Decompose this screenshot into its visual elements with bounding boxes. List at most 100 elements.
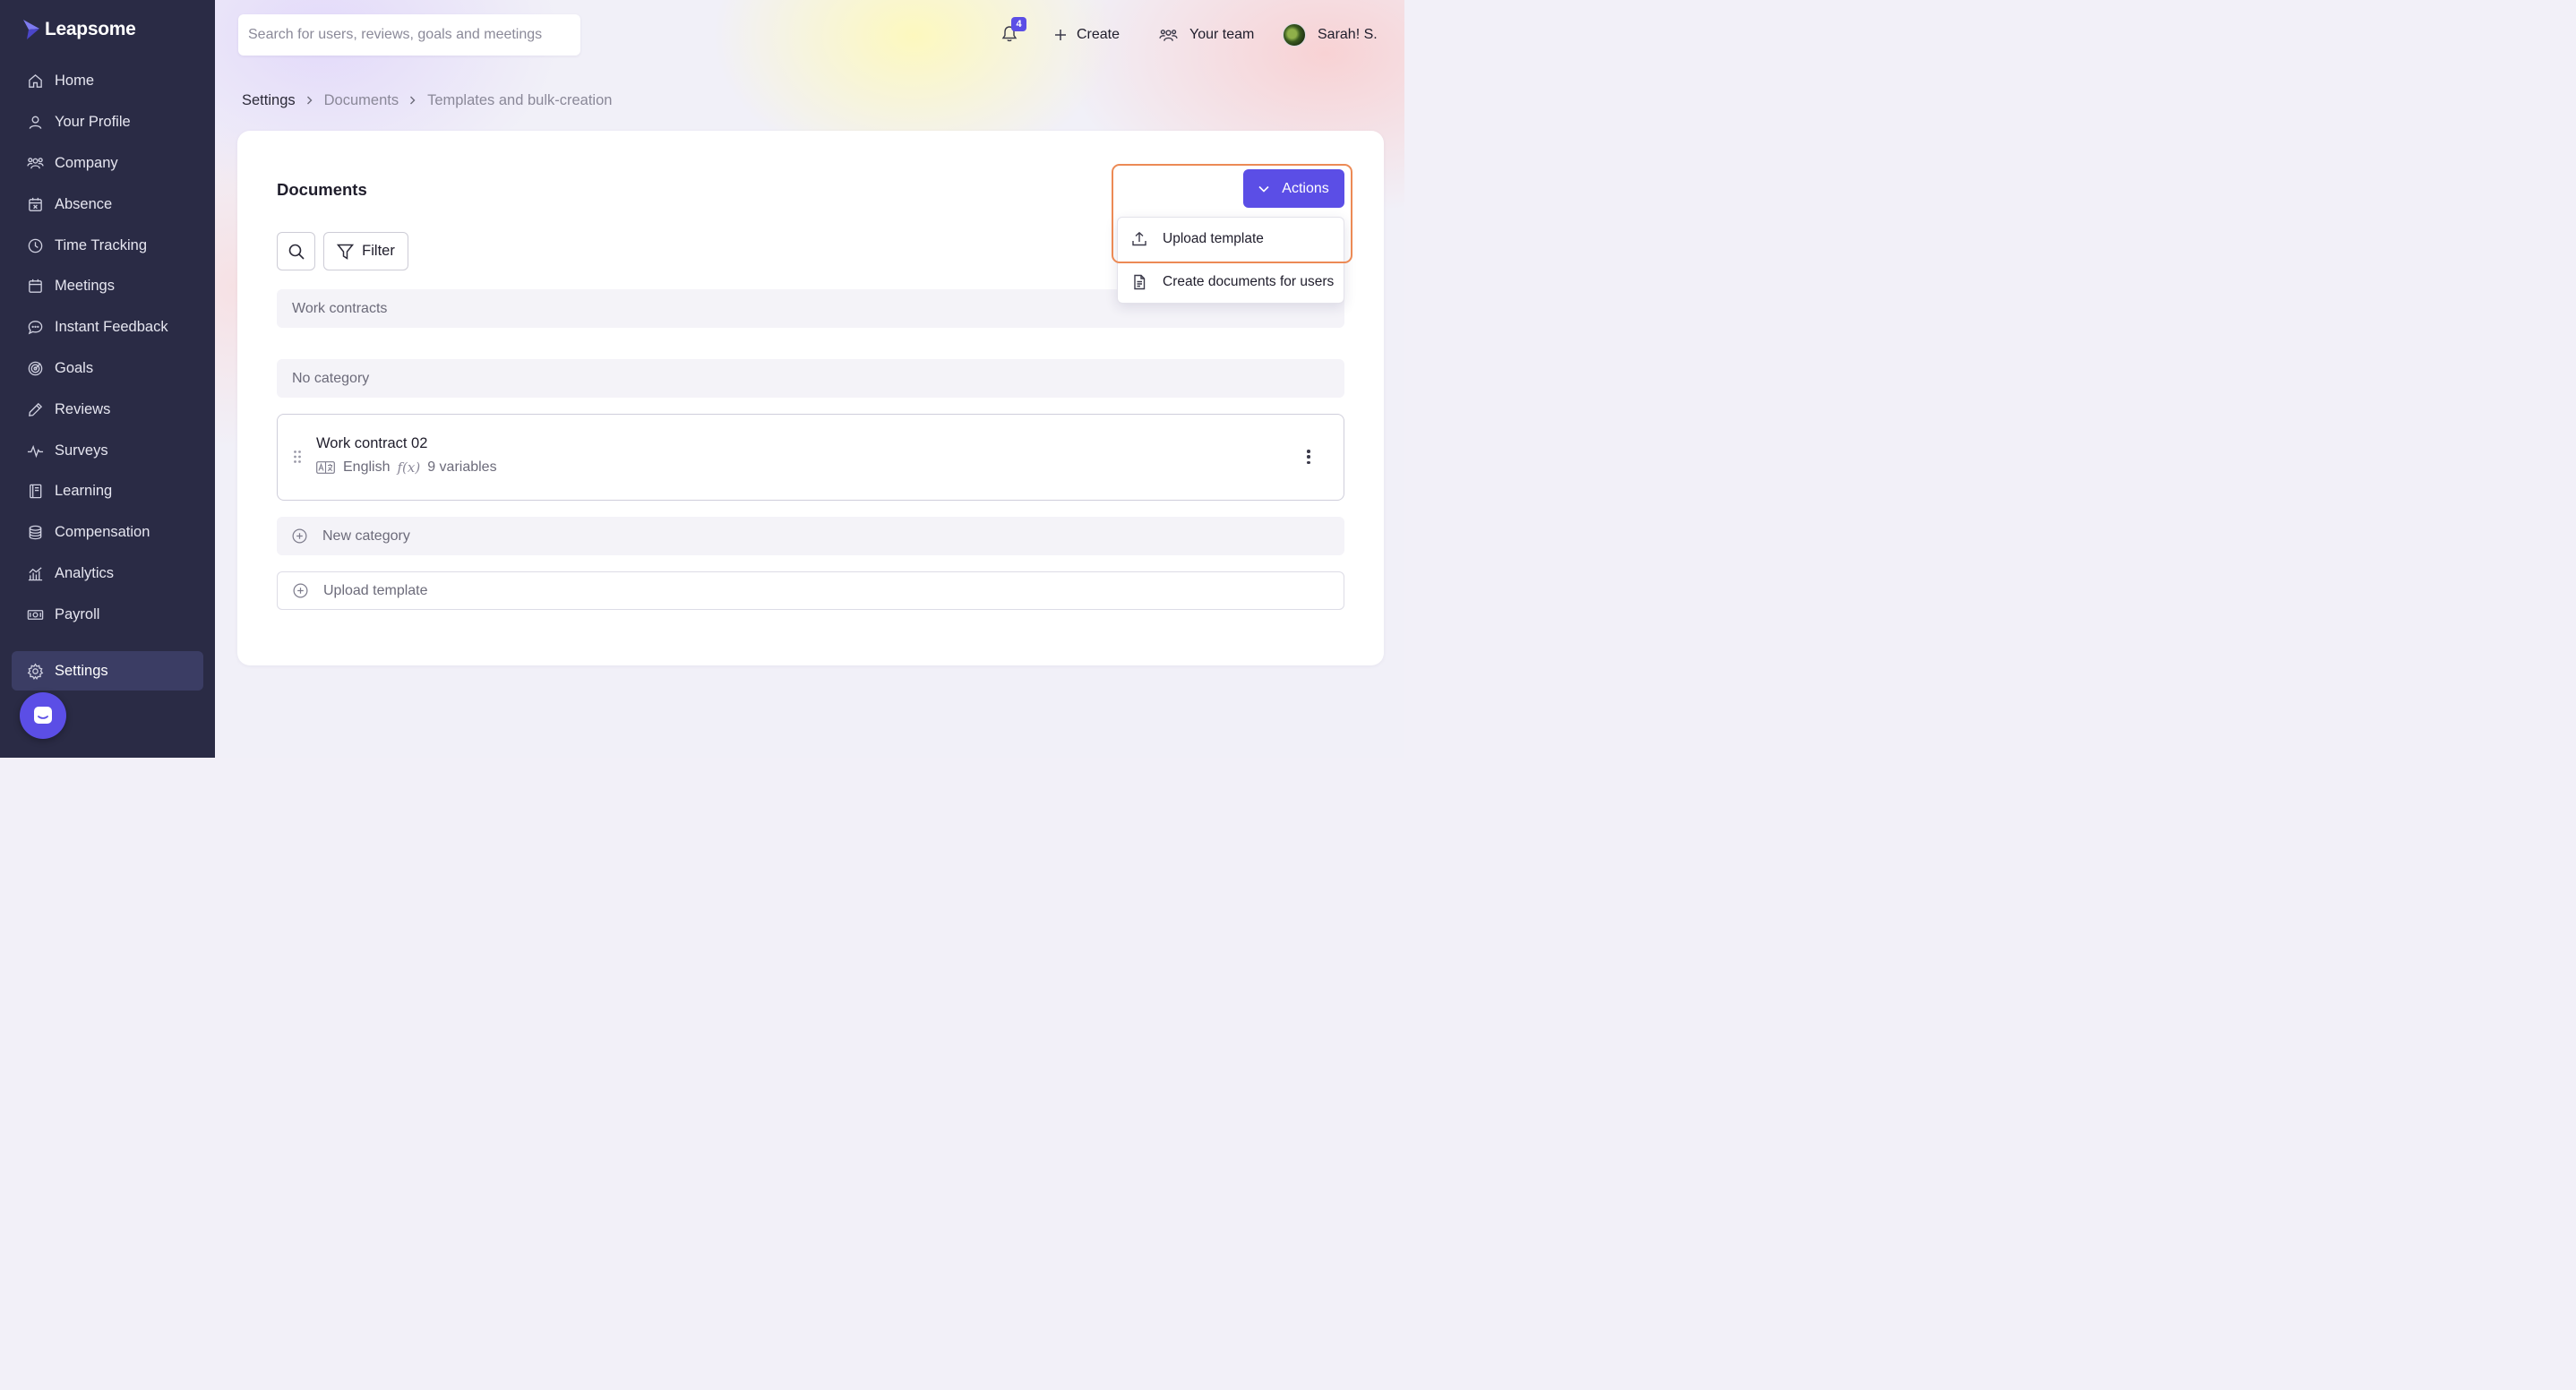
sidebar-item-label: Home <box>55 73 95 90</box>
target-icon <box>26 359 44 377</box>
company-icon <box>26 154 44 172</box>
plus-circle-icon <box>292 528 307 544</box>
sidebar-item-learning[interactable]: Learning <box>12 471 203 512</box>
menu-item-create-documents[interactable]: Create documents for users <box>1118 261 1344 304</box>
search-icon <box>288 244 305 260</box>
sidebar-nav: Home Your Profile Company Absence Time T… <box>12 61 203 635</box>
sidebar-item-label: Instant Feedback <box>55 319 168 336</box>
more-options-icon[interactable] <box>1306 447 1311 467</box>
sidebar-item-label: Meetings <box>55 278 115 295</box>
category-no-category[interactable]: No category <box>277 359 1344 398</box>
sidebar-item-label: Settings <box>55 662 108 679</box>
analytics-icon <box>26 564 44 582</box>
sidebar-item-surveys[interactable]: Surveys <box>12 430 203 471</box>
sidebar-item-settings[interactable]: Settings <box>12 651 203 691</box>
calendar-x-icon <box>26 195 44 213</box>
search-input[interactable] <box>248 27 580 43</box>
category-label: Work contracts <box>292 300 388 316</box>
gear-icon <box>26 662 44 680</box>
upload-template-label: Upload template <box>323 582 428 598</box>
sidebar-item-payroll[interactable]: Payroll <box>12 594 203 635</box>
team-icon <box>1159 29 1178 41</box>
notification-badge: 4 <box>1011 17 1026 31</box>
language-icon <box>316 461 335 474</box>
your-team-button[interactable]: Your team <box>1159 23 1254 47</box>
page-title: Documents <box>277 180 367 199</box>
document-icon <box>1134 274 1146 290</box>
sidebar-item-label: Reviews <box>55 400 111 417</box>
leapsome-logo-icon <box>23 20 39 39</box>
menu-item-label: Upload template <box>1163 231 1264 246</box>
sidebar-item-analytics[interactable]: Analytics <box>12 553 203 595</box>
sidebar-item-meetings[interactable]: Meetings <box>12 266 203 307</box>
sidebar-item-home[interactable]: Home <box>12 61 203 102</box>
user-name: Sarah! S. <box>1318 27 1378 42</box>
new-category-label: New category <box>322 528 410 544</box>
menu-item-label: Create documents for users <box>1163 274 1335 289</box>
sidebar: Leapsome Home Your Profile Company Absen… <box>0 0 215 758</box>
plus-circle-icon <box>293 583 308 598</box>
sidebar-item-absence[interactable]: Absence <box>12 184 203 225</box>
actions-menu: Upload template Create documents for use… <box>1117 217 1344 304</box>
home-icon <box>26 73 44 90</box>
actions-button[interactable]: Actions <box>1243 169 1344 208</box>
sidebar-item-goals[interactable]: Goals <box>12 348 203 390</box>
breadcrumb-documents[interactable]: Documents <box>324 92 399 109</box>
chevron-down-icon <box>1258 185 1269 193</box>
sidebar-item-your-profile[interactable]: Your Profile <box>12 102 203 143</box>
pencil-icon <box>26 400 44 418</box>
document-meta: English f(x) 9 variables <box>316 459 497 476</box>
leapsome-logo[interactable]: Leapsome <box>21 16 136 43</box>
create-button[interactable]: Create <box>1053 23 1120 47</box>
breadcrumb-templates: Templates and bulk-creation <box>427 91 613 108</box>
document-language: English <box>343 459 391 475</box>
menu-item-upload-template[interactable]: Upload template <box>1118 218 1344 261</box>
app-name: Leapsome <box>45 19 136 39</box>
filter-icon <box>337 244 355 260</box>
sidebar-item-time-tracking[interactable]: Time Tracking <box>12 225 203 266</box>
document-variables: 9 variables <box>427 459 497 475</box>
document-row[interactable]: Work contract 02 English f(x) 9 variable… <box>277 414 1344 501</box>
breadcrumb: Settings Documents Templates and bulk-cr… <box>242 90 612 111</box>
drag-handle-icon[interactable] <box>293 450 302 464</box>
sidebar-item-compensation[interactable]: Compensation <box>12 512 203 553</box>
your-team-label: Your team <box>1189 27 1255 42</box>
chat-icon <box>26 319 44 337</box>
support-chat-button[interactable] <box>20 692 66 739</box>
chat-widget-icon <box>34 707 52 724</box>
category-label: No category <box>292 370 370 386</box>
function-icon: f(x) <box>397 459 421 476</box>
create-label: Create <box>1077 27 1121 42</box>
book-icon <box>26 483 44 501</box>
upload-icon <box>1132 231 1146 246</box>
chevron-right-icon <box>409 96 416 105</box>
search-button[interactable] <box>277 232 315 270</box>
document-name[interactable]: Work contract 02 <box>316 435 427 452</box>
sidebar-item-label: Surveys <box>55 442 108 459</box>
sidebar-item-label: Company <box>55 154 118 171</box>
global-search[interactable] <box>238 14 580 56</box>
upload-template-row-button[interactable]: Upload template <box>277 571 1344 610</box>
filter-label: Filter <box>362 243 395 259</box>
filter-button[interactable]: Filter <box>323 232 408 270</box>
sidebar-item-label: Absence <box>55 195 113 212</box>
chevron-right-icon <box>306 96 313 105</box>
money-icon <box>26 605 44 623</box>
sidebar-item-label: Compensation <box>55 524 150 541</box>
sidebar-item-reviews[interactable]: Reviews <box>12 389 203 430</box>
user-menu[interactable]: Sarah! S. <box>1283 23 1378 47</box>
new-category-button[interactable]: New category <box>277 517 1344 555</box>
sidebar-item-label: Time Tracking <box>55 236 147 253</box>
sidebar-item-label: Learning <box>55 483 113 500</box>
sidebar-item-instant-feedback[interactable]: Instant Feedback <box>12 307 203 348</box>
plus-icon <box>1055 30 1066 40</box>
coins-icon <box>26 524 44 542</box>
pulse-icon <box>26 442 44 459</box>
breadcrumb-settings[interactable]: Settings <box>242 92 296 109</box>
sidebar-item-label: Analytics <box>55 564 115 581</box>
sidebar-item-label: Goals <box>55 359 94 376</box>
sidebar-item-company[interactable]: Company <box>12 143 203 184</box>
calendar-icon <box>26 278 44 296</box>
user-icon <box>26 114 44 132</box>
sidebar-item-label: Your Profile <box>55 114 131 131</box>
